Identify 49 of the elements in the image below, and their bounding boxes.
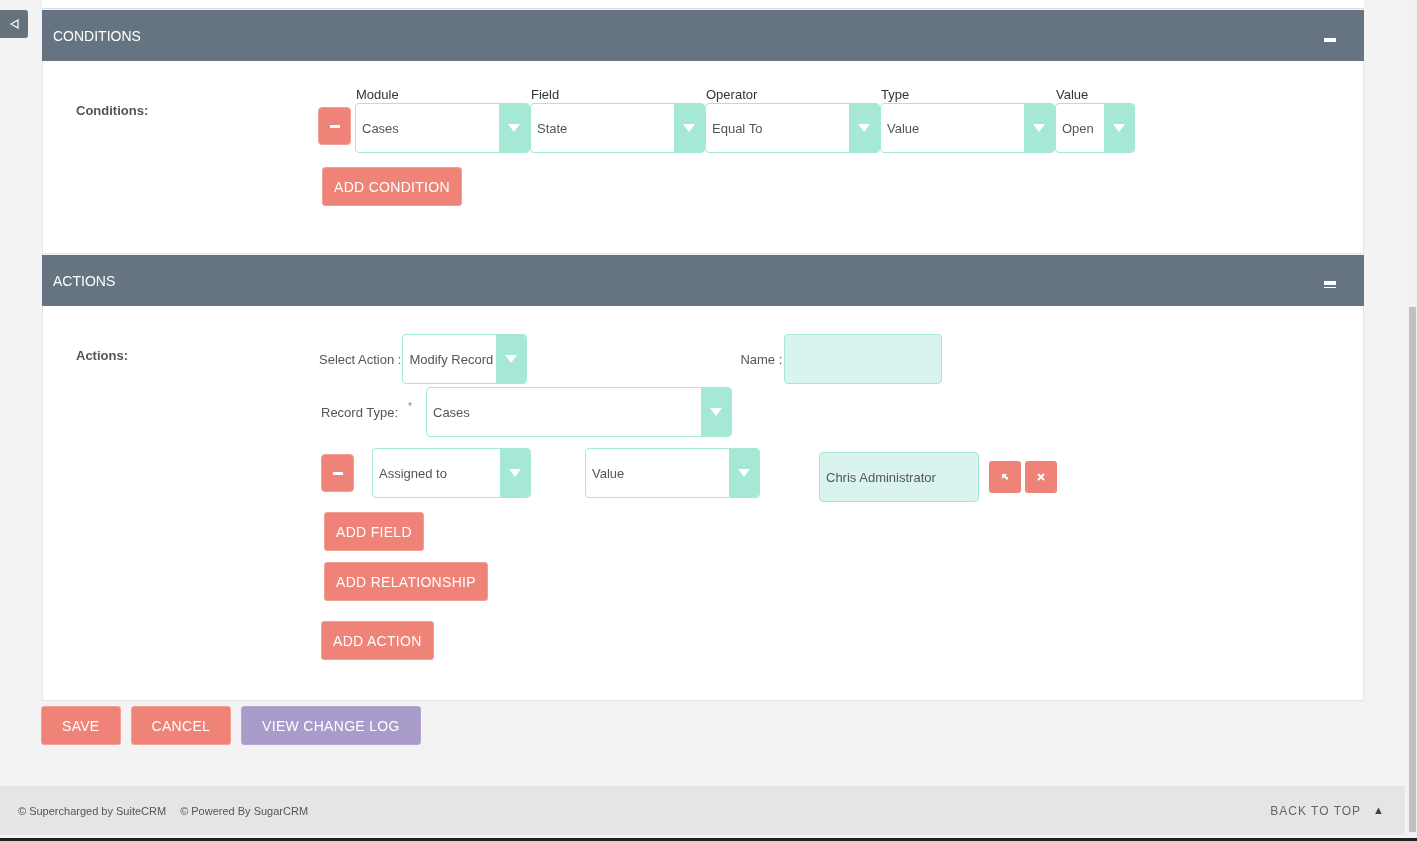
dropdown-select[interactable]: Modify Record [402, 334, 528, 384]
dropdown-select[interactable]: Equal To [705, 103, 880, 153]
dropdown-select[interactable]: Open [1055, 103, 1135, 153]
caret-icon [738, 469, 750, 477]
remove-condition-button[interactable] [318, 107, 351, 145]
section-title: ACTIONS [53, 272, 116, 289]
minus-icon [332, 471, 343, 475]
caret-icon [710, 408, 722, 416]
select-user-button[interactable] [989, 461, 1021, 493]
dropdown-select[interactable]: Cases [355, 103, 530, 153]
column-label: Type [880, 87, 911, 103]
caret-icon [683, 124, 695, 132]
up-triangle-glyph: ▲ [1373, 803, 1385, 818]
collapse-button[interactable] [1324, 35, 1336, 42]
minus-icon [329, 124, 340, 128]
required-mark: * [408, 401, 412, 412]
column-label: Field [530, 87, 561, 103]
close-icon [1037, 473, 1045, 481]
dropdown-select[interactable]: Cases [426, 387, 732, 437]
name-input-field[interactable] [784, 334, 943, 384]
triangle-left-icon [9, 19, 19, 29]
field-label: Record Type: [321, 404, 399, 420]
field-label: Actions: [75, 347, 129, 365]
field-label: Select Action : [319, 351, 402, 367]
credit-text: © Powered By SugarCRM [180, 804, 309, 817]
caret-icon [858, 124, 870, 132]
caret-icon [508, 124, 520, 132]
dropdown-select[interactable]: State [530, 103, 705, 153]
column-label: Value [1055, 87, 1090, 103]
field-label: Name : [740, 351, 783, 367]
clear-button[interactable] [1025, 461, 1057, 493]
cursor-arrow-icon [1001, 473, 1009, 481]
field-label: Conditions: [75, 102, 150, 120]
section-title: CONDITIONS [53, 27, 141, 44]
caret-icon [505, 355, 518, 363]
remove-field-button[interactable] [321, 454, 354, 492]
back-to-top-link[interactable]: BACK TO TOP ▲ [1270, 803, 1385, 818]
collapse-sidebar-button[interactable] [0, 10, 28, 38]
collapse-button[interactable] [1324, 279, 1336, 288]
dropdown-select[interactable]: Value [585, 448, 760, 498]
dropdown-select[interactable]: Assigned to [372, 448, 531, 498]
column-label: Module [355, 87, 400, 103]
caret-icon [1113, 124, 1125, 132]
dropdown-select[interactable]: Value [880, 103, 1055, 153]
credit-text: © Supercharged by SuiteCRM [18, 804, 167, 817]
caret-icon [509, 469, 521, 477]
column-label: Operator [705, 87, 759, 103]
caret-icon [1033, 124, 1045, 132]
assigned-user-field[interactable]: Chris Administrator [819, 452, 979, 502]
